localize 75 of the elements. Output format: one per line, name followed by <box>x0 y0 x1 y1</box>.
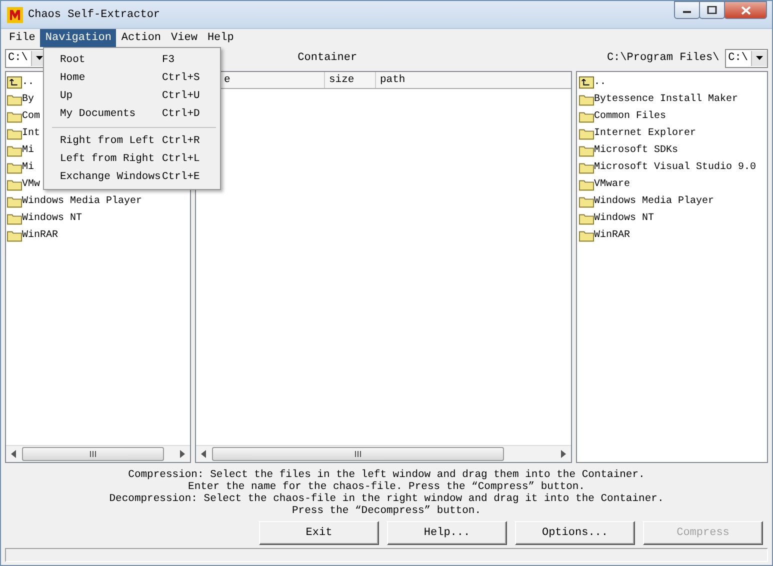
folder-name[interactable]: .. <box>22 77 34 88</box>
folder-name[interactable]: Windows Media Player <box>594 196 714 207</box>
menu-item[interactable]: File <box>4 29 40 47</box>
folder-name[interactable]: Windows Media Player <box>22 196 142 207</box>
action-button[interactable]: Help... <box>387 521 507 545</box>
menu-item[interactable]: Navigation <box>40 29 116 47</box>
folder-name[interactable]: Common Files <box>594 111 666 122</box>
instruction-text: Press the “Decompress” button. <box>290 505 482 517</box>
folder-icon <box>579 178 594 191</box>
folder-icon <box>7 178 22 191</box>
folder-name[interactable]: Windows NT <box>22 213 82 224</box>
folder-name[interactable]: Microsoft Visual Studio 9.0 <box>594 162 756 173</box>
column-header[interactable]: path <box>376 72 571 88</box>
menu-entry[interactable]: Up Ctrl+U <box>44 87 220 105</box>
menu-entry[interactable]: Right from Left Ctrl+R <box>44 132 220 150</box>
folder-icon <box>7 93 22 106</box>
up-folder-icon <box>579 76 594 89</box>
caret-icon <box>36 56 43 60</box>
folder-icon <box>579 110 594 123</box>
folder-name[interactable]: Windows NT <box>594 213 654 224</box>
folder-name[interactable]: Mi <box>22 145 34 156</box>
folder-icon <box>7 229 22 242</box>
menu-entry[interactable]: My Documents Ctrl+D <box>44 105 220 123</box>
folder-name[interactable]: By <box>22 94 34 105</box>
folder-icon <box>7 212 22 225</box>
folder-icon <box>579 127 594 140</box>
maximize-button[interactable] <box>699 1 725 19</box>
action-button[interactable]: Exit <box>259 521 379 545</box>
app-logo-icon <box>7 6 23 22</box>
menu-entry[interactable]: Left from Right Ctrl+L <box>44 150 220 168</box>
folder-name[interactable]: Com <box>22 111 40 122</box>
folder-icon <box>7 110 22 123</box>
folder-name[interactable]: Internet Explorer <box>594 128 696 139</box>
folder-icon <box>579 229 594 242</box>
action-button[interactable]: Options... <box>515 521 635 545</box>
folder-name[interactable]: Microsoft SDKs <box>594 145 678 156</box>
menu-item[interactable]: Action <box>116 29 166 47</box>
path-label: C:\Program Files\ <box>606 52 720 64</box>
folder-name[interactable]: Mi <box>22 162 34 173</box>
up-folder-icon <box>7 76 22 89</box>
folder-icon <box>7 161 22 174</box>
container-title: Container <box>298 52 358 64</box>
folder-icon <box>579 144 594 157</box>
folder-name[interactable]: Int <box>22 128 40 139</box>
scroll-thumb[interactable] <box>22 447 164 461</box>
caret-icon <box>756 56 763 60</box>
drive-dropdown[interactable]: C:\ <box>725 48 768 68</box>
maximize-icon <box>707 6 717 14</box>
scroll-thumb[interactable] <box>212 447 504 461</box>
folder-name[interactable]: .. <box>594 77 606 88</box>
instruction-text: Compression: Select the files in the left window and drag them into the Container. <box>127 469 646 481</box>
folder-icon <box>7 144 22 157</box>
folder-icon <box>579 195 594 208</box>
menu-item[interactable]: View <box>166 29 202 47</box>
folder-icon <box>7 127 22 140</box>
folder-name[interactable]: WinRAR <box>22 230 58 241</box>
folder-icon <box>579 93 594 106</box>
menu-item[interactable]: Help <box>202 29 239 47</box>
instruction-text: Decompression: Select the chaos-file in the right window and drag it into the Container. <box>108 493 665 505</box>
folder-icon <box>7 195 22 208</box>
close-button[interactable] <box>724 1 767 19</box>
folder-name[interactable]: VMw <box>22 179 40 190</box>
folder-name[interactable]: WinRAR <box>594 230 630 241</box>
minimize-button[interactable] <box>674 1 700 19</box>
folder-icon <box>579 161 594 174</box>
instruction-text: Enter the name for the chaos-file. Press the “Compress” button. <box>187 481 586 493</box>
close-icon <box>740 6 750 14</box>
column-header[interactable]: size <box>325 72 376 88</box>
folder-name[interactable]: Bytessence Install Maker <box>594 94 738 105</box>
window-title: Chaos Self-Extractor <box>28 8 160 20</box>
menu-entry[interactable]: Exchange Windows Ctrl+E <box>44 168 220 186</box>
horizontal-scrollbar[interactable] <box>196 445 571 462</box>
horizontal-scrollbar[interactable] <box>6 445 190 462</box>
folder-icon <box>579 212 594 225</box>
folder-name[interactable]: VMware <box>594 179 630 190</box>
